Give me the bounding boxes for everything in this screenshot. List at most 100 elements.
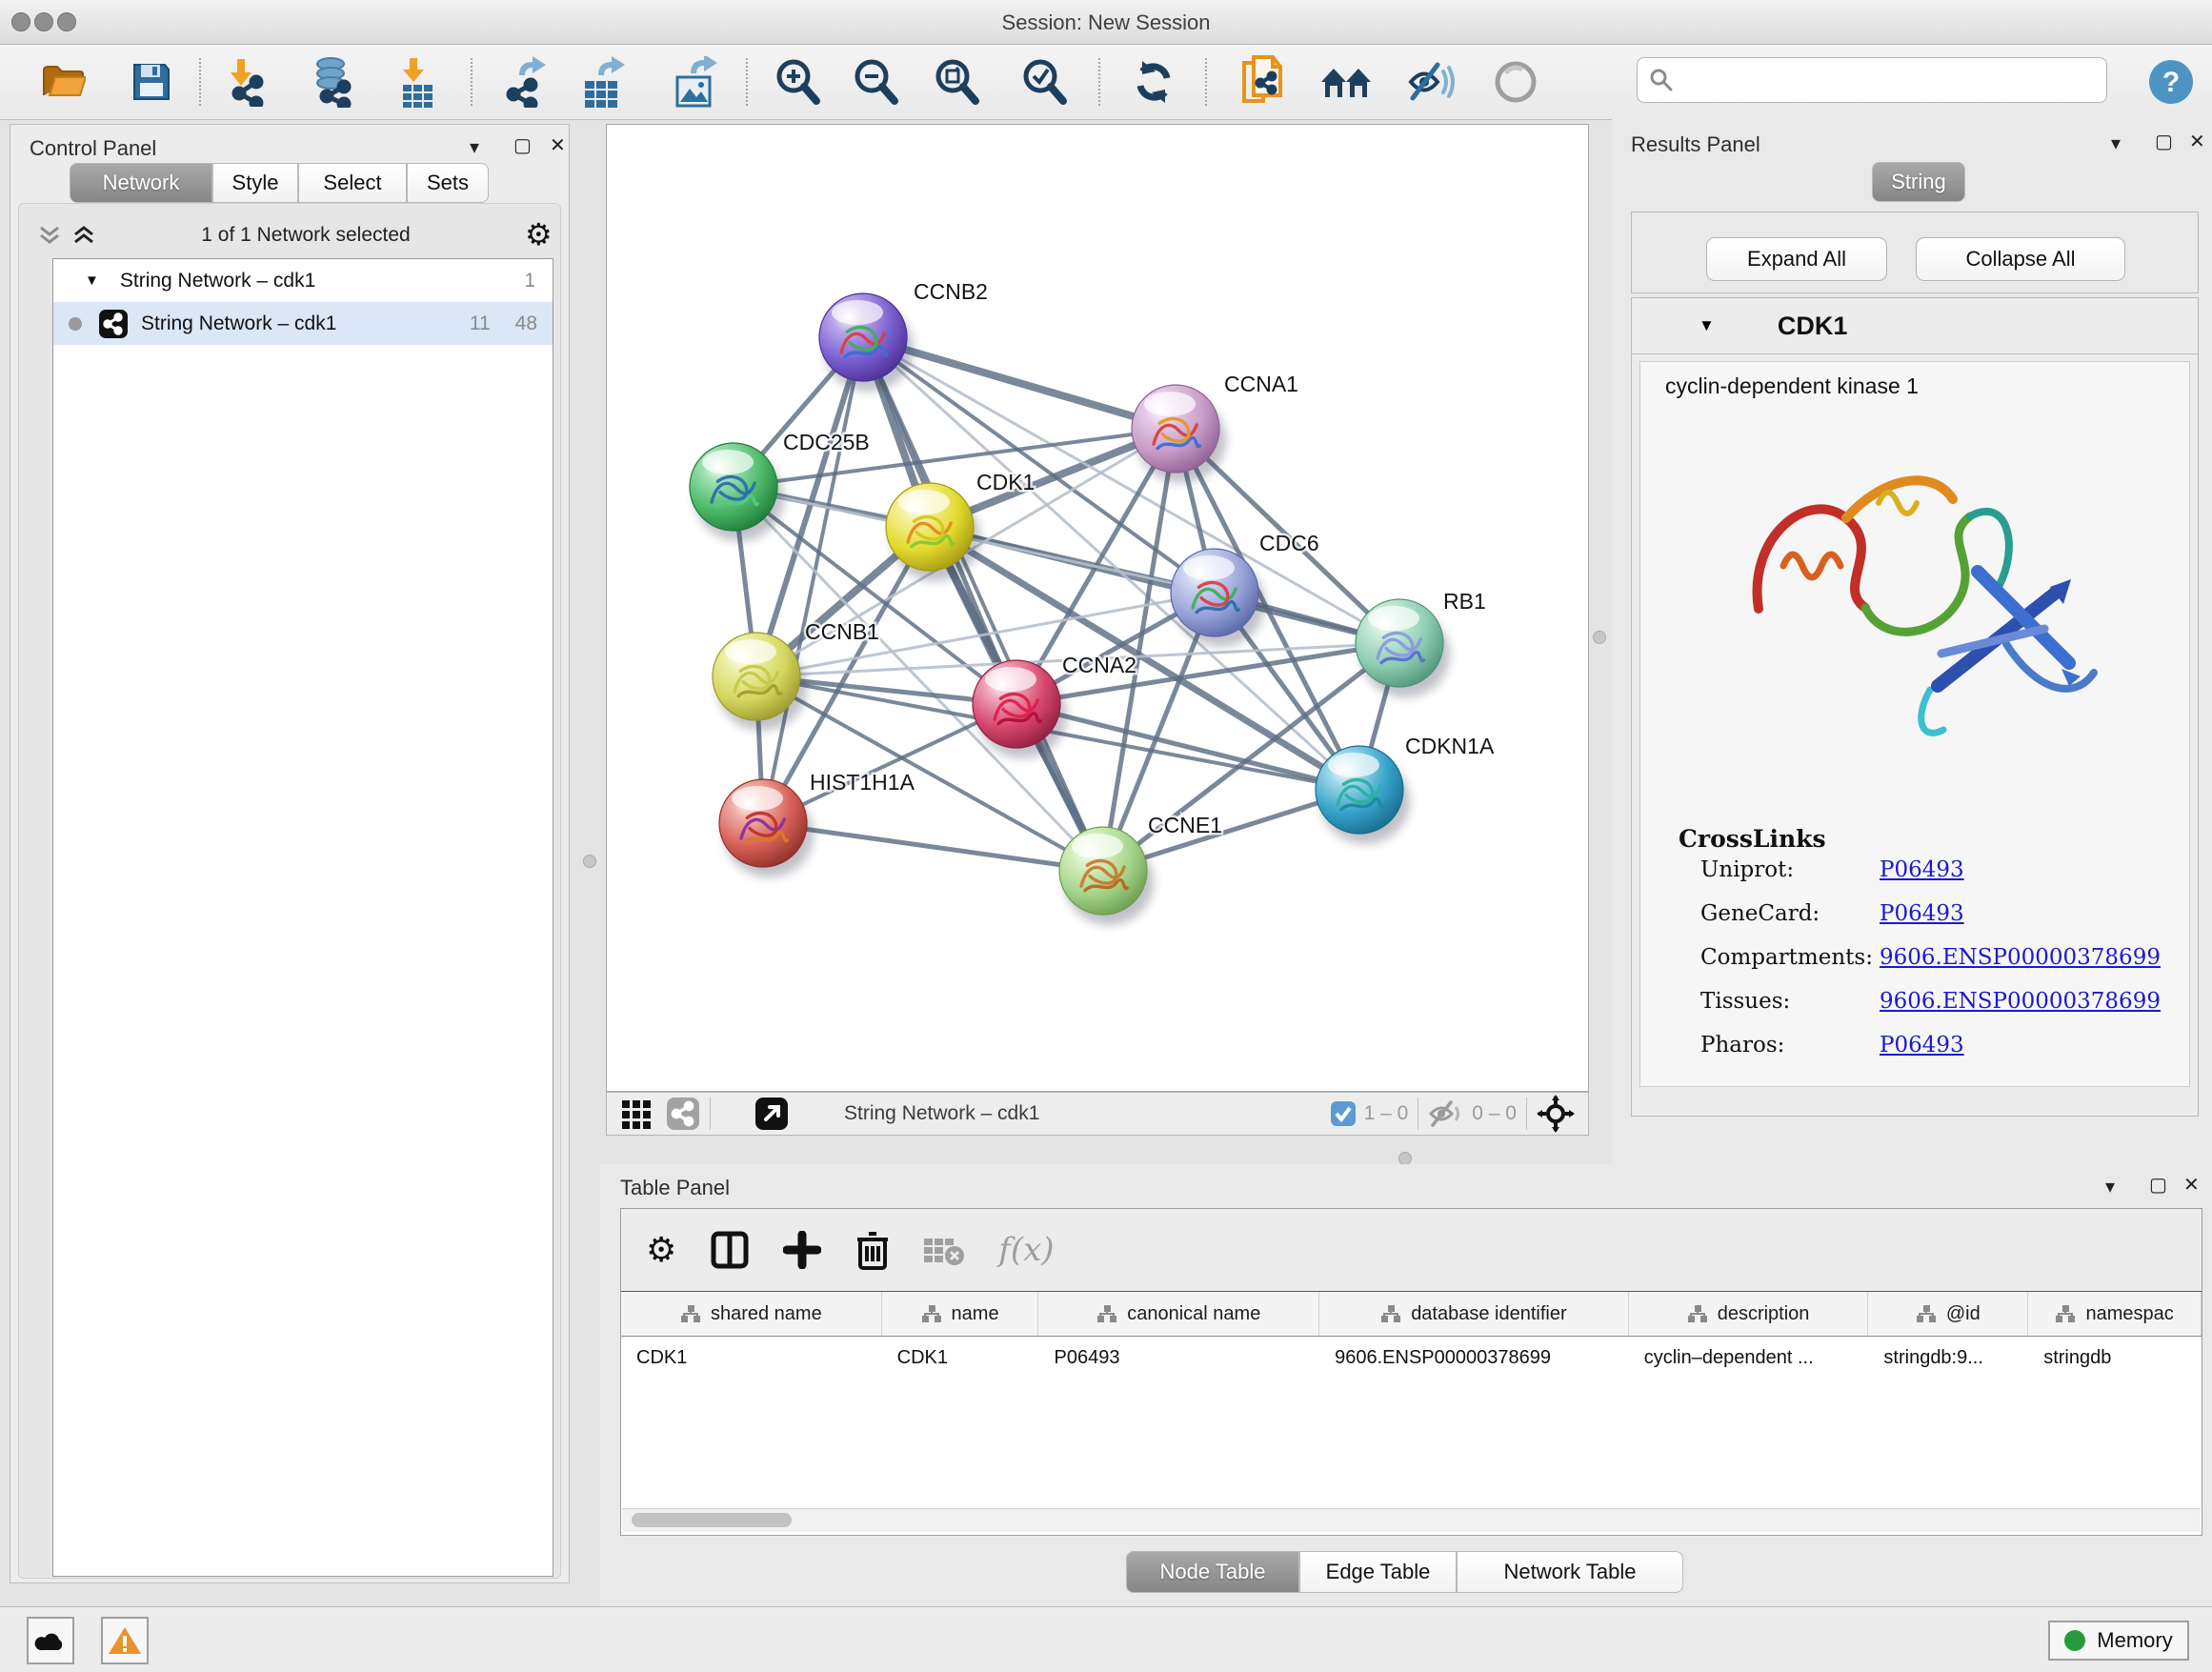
memory-button[interactable]: Memory [2048,1621,2189,1661]
search-input[interactable] [1674,68,2087,92]
string-network-graph[interactable]: CCNB2CCNA1CDC25BCDK1CDC6RB1CCNB1CCNA2CDK… [607,125,1588,1091]
tab-network[interactable]: Network [70,163,212,203]
tab-select[interactable]: Select [298,163,407,203]
zoom-in-icon[interactable] [770,54,825,110]
collection-count: 1 [524,270,535,292]
crosslink-value-link[interactable]: P06493 [1880,901,1964,926]
column-header-@id[interactable]: @id [1868,1292,2028,1336]
table-cell[interactable]: CDK1 [882,1337,1039,1379]
pan-crosshair-icon[interactable] [1537,1095,1575,1133]
clone-network-icon[interactable] [1235,54,1290,110]
crosslink-value-link[interactable]: P06493 [1880,1033,1964,1058]
panel-menu-icon[interactable]: ▾ [2111,134,2121,153]
column-header-name[interactable]: name [882,1292,1039,1336]
home-pages-icon[interactable] [1318,54,1374,110]
cloud-button[interactable] [27,1617,74,1664]
panel-close-icon[interactable]: ✕ [2189,132,2205,151]
crosslink-value-link[interactable]: 9606.ENSP00000378699 [1880,989,2161,1014]
open-in-new-window-icon[interactable] [754,1097,789,1131]
toolbar-separator [1098,58,1100,106]
panel-float-icon[interactable]: ▢ [2149,1176,2167,1195]
string-network-icon [99,310,128,338]
node-table-box: ⚙ f(x) shared namenamecanonical namedata… [620,1208,2202,1536]
crosslink-value-link[interactable]: 9606.ENSP00000378699 [1880,945,2161,970]
refresh-icon[interactable] [1126,54,1181,110]
crosslink-label: GeneCard: [1700,901,1820,926]
table-cell[interactable]: P06493 [1038,1337,1319,1379]
network-view-canvas[interactable]: CCNB2CCNA1CDC25BCDK1CDC6RB1CCNB1CCNA2CDK… [606,124,1589,1092]
network-options-gear-icon[interactable]: ⚙ [525,216,553,252]
column-header-label: @id [1946,1303,1981,1325]
collapse-all-button[interactable]: Collapse All [1916,237,2125,281]
table-cell[interactable]: stringdb [2028,1337,2202,1379]
tab-style[interactable]: Style [212,163,298,203]
selected-checkbox-icon[interactable] [1330,1100,1357,1127]
import-network-file-icon[interactable] [219,54,274,110]
tab-network-table[interactable]: Network Table [1457,1551,1683,1593]
network-node-CDK1[interactable]: CDK1 [886,470,1035,571]
collapse-triangle-icon[interactable]: ▼ [1699,316,1715,335]
tab-sets[interactable]: Sets [407,163,489,203]
panel-menu-icon[interactable]: ▾ [470,138,479,157]
network-node-RB1[interactable]: RB1 [1356,589,1486,687]
import-table-file-icon[interactable] [389,54,444,110]
zoom-fit-icon[interactable] [929,54,984,110]
column-header-shared-name[interactable]: shared name [621,1292,882,1336]
column-header-description[interactable]: description [1629,1292,1869,1336]
panel-float-icon[interactable]: ▢ [2155,132,2173,151]
column-header-namespac[interactable]: namespac [2028,1292,2202,1336]
column-header-database-identifier[interactable]: database identifier [1319,1292,1629,1336]
panel-close-icon[interactable]: ✕ [2183,1176,2200,1195]
expand-all-button[interactable]: Expand All [1706,237,1887,281]
left-splitter-handle[interactable] [583,855,596,868]
column-header-canonical-name[interactable]: canonical name [1038,1292,1319,1336]
network-node-HIST1H1A[interactable]: HIST1H1A [719,770,915,867]
import-network-database-icon[interactable] [304,54,359,110]
export-network-icon[interactable] [498,54,553,110]
show-columns-icon[interactable] [711,1231,749,1269]
add-column-icon[interactable] [783,1231,821,1269]
panel-close-icon[interactable]: ✕ [550,136,566,155]
table-cell[interactable]: CDK1 [621,1337,882,1379]
delete-table-icon[interactable] [922,1233,966,1267]
results-panel-title: Results Panel [1631,132,1760,157]
delete-column-trash-icon[interactable] [855,1230,890,1270]
show-preview-icon[interactable] [1488,54,1543,110]
zoom-selected-icon[interactable] [1016,54,1072,110]
network-edge[interactable] [763,337,863,823]
panel-float-icon[interactable]: ▢ [513,136,532,155]
export-image-icon[interactable] [668,54,723,110]
search-field[interactable] [1637,57,2107,103]
help-icon[interactable]: ? [2143,54,2199,110]
table-data-row[interactable]: CDK1CDK1P064939606.ENSP00000378699cyclin… [621,1337,2202,1379]
table-settings-gear-icon[interactable]: ⚙ [646,1230,676,1270]
tab-node-table[interactable]: Node Table [1126,1551,1299,1593]
grid-view-icon[interactable] [620,1097,654,1131]
collapse-all-icon[interactable] [37,222,62,249]
crosslink-value-link[interactable]: P06493 [1880,857,1964,882]
save-session-icon[interactable] [124,54,179,110]
birdseye-view-icon[interactable] [666,1097,700,1131]
table-cell[interactable]: cyclin–dependent ... [1629,1337,1869,1379]
bottom-splitter-handle[interactable] [1398,1152,1412,1165]
right-splitter-handle[interactable] [1593,631,1606,644]
zoom-out-icon[interactable] [848,54,903,110]
table-cell[interactable]: 9606.ENSP00000378699 [1319,1337,1629,1379]
tab-edge-table[interactable]: Edge Table [1299,1551,1457,1593]
open-session-icon[interactable] [36,54,91,110]
node-label-CCNE1: CCNE1 [1148,813,1222,837]
network-collection-row[interactable]: ▼ String Network – cdk1 1 [53,259,553,302]
collapse-triangle-icon[interactable]: ▼ [85,272,99,289]
export-table-icon[interactable] [575,54,631,110]
expand-all-icon[interactable] [71,222,96,249]
table-horizontal-scrollbar[interactable] [622,1508,2201,1532]
hide-selected-icon[interactable] [1403,54,1458,110]
network-row[interactable]: String Network – cdk1 11 48 [53,302,553,345]
scrollbar-thumb[interactable] [632,1513,792,1527]
warning-button[interactable] [101,1617,149,1664]
tab-string[interactable]: String [1872,162,1965,202]
table-cell[interactable]: stringdb:9... [1868,1337,2028,1379]
network-edge[interactable] [763,823,1103,871]
panel-menu-icon[interactable]: ▾ [2105,1178,2115,1197]
gene-section-header[interactable]: ▼ CDK1 [1632,298,2198,354]
